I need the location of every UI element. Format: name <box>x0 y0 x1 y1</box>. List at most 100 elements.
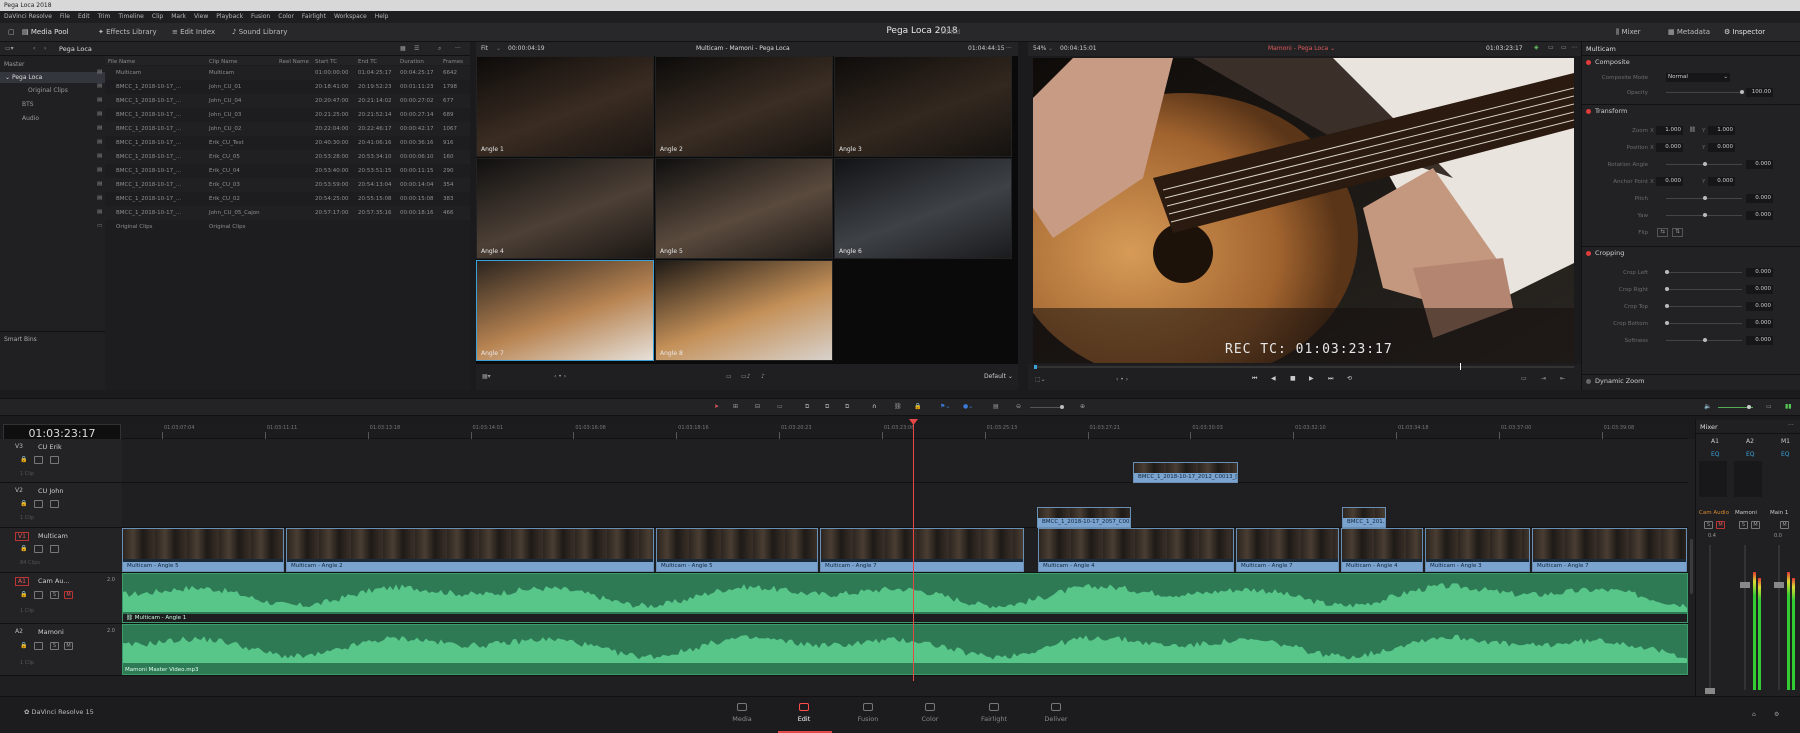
eq-button-a1[interactable]: EQ <box>1711 451 1720 458</box>
track-header-v2[interactable]: V2 CU John 🔒 1 Clip <box>0 483 122 528</box>
opacity-slider-handle[interactable] <box>1740 90 1744 94</box>
angle-7-view[interactable]: Angle 7 <box>476 260 654 361</box>
lock-icon[interactable]: 🔒 <box>20 591 27 598</box>
timeline-clip[interactable]: Multicam - Angle 7 <box>1236 528 1339 572</box>
column-header-duration[interactable]: Duration <box>400 59 424 65</box>
angle-3-view[interactable]: Angle 3 <box>834 56 1012 157</box>
rotation-slider-handle[interactable] <box>1703 162 1707 166</box>
pan-control-a2[interactable] <box>1734 461 1762 497</box>
menu-workspace[interactable]: Workspace <box>334 13 367 21</box>
track-id[interactable]: A1 <box>15 577 29 586</box>
bin-view-icon[interactable]: ▭▾ <box>5 45 14 52</box>
layout-icon[interactable]: ▦▾ <box>482 373 491 380</box>
settings-icon[interactable]: ⚙ <box>1774 711 1779 718</box>
jog-control[interactable]: ‹ • › <box>554 373 566 380</box>
volume-handle[interactable] <box>1747 405 1751 409</box>
opacity-field[interactable]: 100.00 <box>1746 88 1773 97</box>
angle-5-view[interactable]: Angle 5 <box>655 158 833 259</box>
viewer-mode-icon[interactable]: ▭ <box>1548 44 1554 51</box>
enable-icon[interactable] <box>1586 250 1591 256</box>
zoom-in-icon[interactable]: ⊕ <box>1080 403 1085 410</box>
mute-button[interactable]: M <box>64 642 73 650</box>
fader-handle-a2[interactable] <box>1740 582 1750 588</box>
play-reverse-icon[interactable]: ◀ <box>1271 375 1276 382</box>
angle-1-view[interactable]: Angle 1 <box>476 56 654 157</box>
timeline-clip[interactable]: BMCC_1_2018-10-17_2012_C0013_[0... <box>1133 462 1238 483</box>
page-fairlight[interactable]: Fairlight <box>964 703 1024 723</box>
prev-clip-icon[interactable]: ⇤ <box>1560 375 1565 382</box>
bin-master[interactable]: Master <box>4 61 25 68</box>
match-frame-icon[interactable]: ▭ <box>1521 375 1527 382</box>
fader-track-a2[interactable] <box>1744 545 1746 690</box>
timeline-clip[interactable]: Multicam - Angle 4 <box>1341 528 1423 572</box>
layout-preset-dropdown[interactable]: Default ⌄ <box>984 373 1013 380</box>
solo-button[interactable]: S <box>1739 521 1748 529</box>
more-options-icon[interactable]: ⋯ <box>1571 44 1577 51</box>
effects-library-button[interactable]: ✦ Effects Library <box>98 28 157 36</box>
track-enable-icon[interactable] <box>50 545 59 553</box>
fader-handle-a1[interactable] <box>1705 688 1715 694</box>
timeline-playhead[interactable] <box>913 424 914 681</box>
stop-icon[interactable]: ■ <box>1290 375 1296 382</box>
yaw-slider-handle[interactable] <box>1703 213 1707 217</box>
crop-top-slider-handle[interactable] <box>1665 304 1669 308</box>
menu-clip[interactable]: Clip <box>152 13 163 21</box>
forward-icon[interactable]: › <box>44 45 46 52</box>
menu-help[interactable]: Help <box>375 13 389 21</box>
smart-bins-header[interactable]: Smart Bins <box>4 336 37 343</box>
crop-bottom-slider-track[interactable] <box>1666 323 1742 324</box>
angle-2-view[interactable]: Angle 2 <box>655 56 833 157</box>
selection-tool-icon[interactable]: ➤ <box>714 403 719 410</box>
timeline-clip[interactable]: Multicam - Angle 7 <box>820 528 1024 572</box>
table-row[interactable]: ▤ BMCC_1_2018-10-17_... Erik_CU_05 20:53:28… <box>97 150 470 164</box>
timeline-ruler[interactable]: 01:03:07:04 01:03:11:11 01:03:13:18 01:03:1… <box>122 424 1688 439</box>
video-audio-switch-icon[interactable]: ▭♪ <box>741 373 751 380</box>
table-row[interactable]: ▤ BMCC_1_2018-10-17_... John_CU_02 20:22:04… <box>97 122 470 136</box>
track-name[interactable]: CU Erik <box>38 443 62 451</box>
back-icon[interactable]: ‹ <box>33 45 35 52</box>
marker-icon[interactable]: ●⌄ <box>963 403 973 410</box>
timeline-clip[interactable]: Multicam - Angle 4 <box>1038 528 1234 572</box>
mute-button[interactable]: M <box>1716 521 1725 529</box>
mute-button[interactable]: M <box>1780 521 1789 529</box>
pitch-field[interactable]: 0.000 <box>1746 194 1773 203</box>
level-icon[interactable]: ▮▮ <box>1785 403 1792 410</box>
page-fusion[interactable]: Fusion <box>838 703 898 723</box>
multicam-zoom[interactable]: Fit <box>481 45 488 52</box>
crop-right-slider-track[interactable] <box>1666 289 1742 290</box>
composite-section-header[interactable]: Composite <box>1586 58 1791 70</box>
pan-control-a1[interactable] <box>1699 461 1727 497</box>
column-header-file-name[interactable]: File Name <box>108 59 135 65</box>
inspector-button[interactable]: ⚙ Inspector <box>1724 28 1765 36</box>
crop-left-field[interactable]: 0.000 <box>1746 268 1773 277</box>
timeline-clip[interactable]: Multicam - Angle 2 <box>286 528 654 572</box>
chevron-down-icon[interactable]: ⌄ <box>496 45 501 52</box>
page-deliver[interactable]: Deliver <box>1026 703 1086 723</box>
anchor-y-field[interactable]: 0.000 <box>1708 177 1735 186</box>
timeline-clip[interactable]: Multicam - Angle 5 <box>656 528 818 572</box>
enable-icon[interactable] <box>1586 108 1591 114</box>
media-pool-button[interactable]: ▤ Media Pool <box>22 28 69 36</box>
auto-select-icon[interactable] <box>34 545 43 553</box>
crop-tool-icon[interactable]: ⬚⌄ <box>1035 376 1046 383</box>
linked-selection-icon[interactable]: ⛓ <box>894 403 902 410</box>
crop-left-slider-handle[interactable] <box>1665 270 1669 274</box>
opacity-slider-track[interactable] <box>1666 92 1742 93</box>
solo-button[interactable]: S <box>1704 521 1713 529</box>
eq-button-m1[interactable]: EQ <box>1781 451 1790 458</box>
track-name[interactable]: Cam Au... <box>38 577 70 585</box>
link-icon[interactable]: ⛓ <box>1689 127 1696 133</box>
menu-davinci-resolve[interactable]: DaVinci Resolve <box>4 13 52 21</box>
enable-icon[interactable] <box>1586 59 1591 65</box>
dynamic-trim-icon[interactable]: ⊟ <box>755 403 760 410</box>
track-enable-icon[interactable] <box>50 500 59 508</box>
timeline-clip[interactable]: Multicam - Angle 5 <box>122 528 284 572</box>
page-color[interactable]: Color <box>900 703 960 723</box>
next-clip-icon[interactable]: ⇥ <box>1541 375 1546 382</box>
timeline-selector[interactable]: Mamoni - Pega Loca ⌄ <box>1268 45 1335 52</box>
sort-icon[interactable]: ☰ <box>414 45 419 52</box>
more-options-icon[interactable]: ··· <box>1788 422 1794 429</box>
mixer-button[interactable]: ⫼ Mixer <box>1616 28 1641 37</box>
pitch-slider-handle[interactable] <box>1703 196 1707 200</box>
menu-fairlight[interactable]: Fairlight <box>302 13 326 21</box>
